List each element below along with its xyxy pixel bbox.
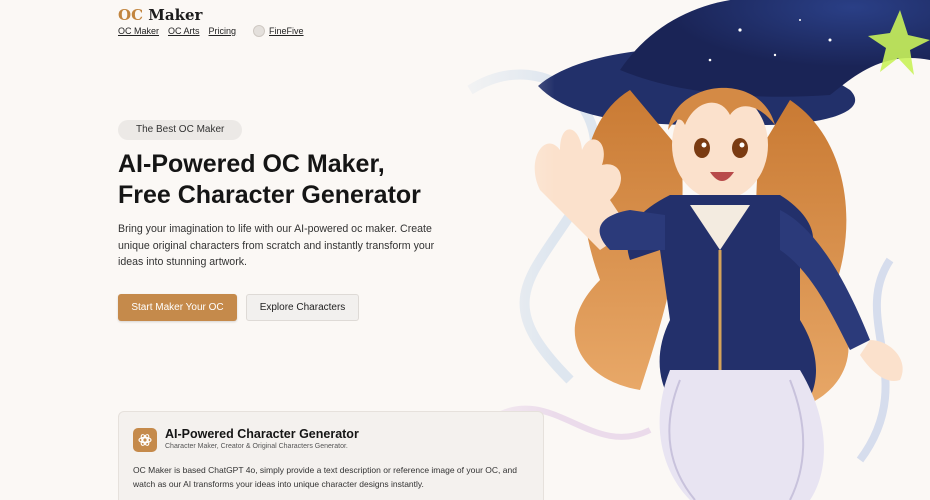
- nav-link-oc-arts[interactable]: OC Arts: [168, 26, 200, 36]
- hero-badge: The Best OC Maker: [118, 120, 243, 140]
- feature-card-title: AI-Powered Character Generator: [165, 427, 359, 441]
- top-nav: OC Maker OC Arts Pricing FineFive: [118, 25, 304, 37]
- brand-logo[interactable]: OC Maker: [118, 6, 202, 24]
- feature-card-subtitle: Character Maker, Creator & Original Char…: [165, 443, 348, 450]
- page-title: AI-Powered OC Maker, Free Character Gene…: [118, 149, 478, 211]
- user-avatar-icon: [253, 25, 266, 37]
- brand-logo-text: Maker: [148, 6, 203, 24]
- feature-card-body: OC Maker is based ChatGPT 4o, simply pro…: [133, 465, 517, 489]
- brand-logo-accent: OC: [118, 6, 144, 24]
- hero-description: Bring your imagination to life with our …: [118, 223, 435, 268]
- explore-characters-button[interactable]: Explore Characters: [246, 294, 359, 321]
- page-title-line-1: AI-Powered OC Maker,: [118, 150, 385, 178]
- page-title-line-2: Free Character Generator: [118, 181, 421, 209]
- page: OC Maker OC Maker OC Arts Pricing FineFi…: [0, 0, 930, 500]
- openai-logo-icon: [133, 428, 157, 452]
- user-menu[interactable]: FineFive: [253, 25, 304, 37]
- nav-link-pricing[interactable]: Pricing: [209, 26, 237, 36]
- start-maker-button[interactable]: Start Maker Your OC: [118, 294, 237, 321]
- user-name-link[interactable]: FineFive: [269, 26, 304, 36]
- nav-link-oc-maker[interactable]: OC Maker: [118, 26, 159, 36]
- feature-card: AI-Powered Character Generator Character…: [118, 411, 544, 500]
